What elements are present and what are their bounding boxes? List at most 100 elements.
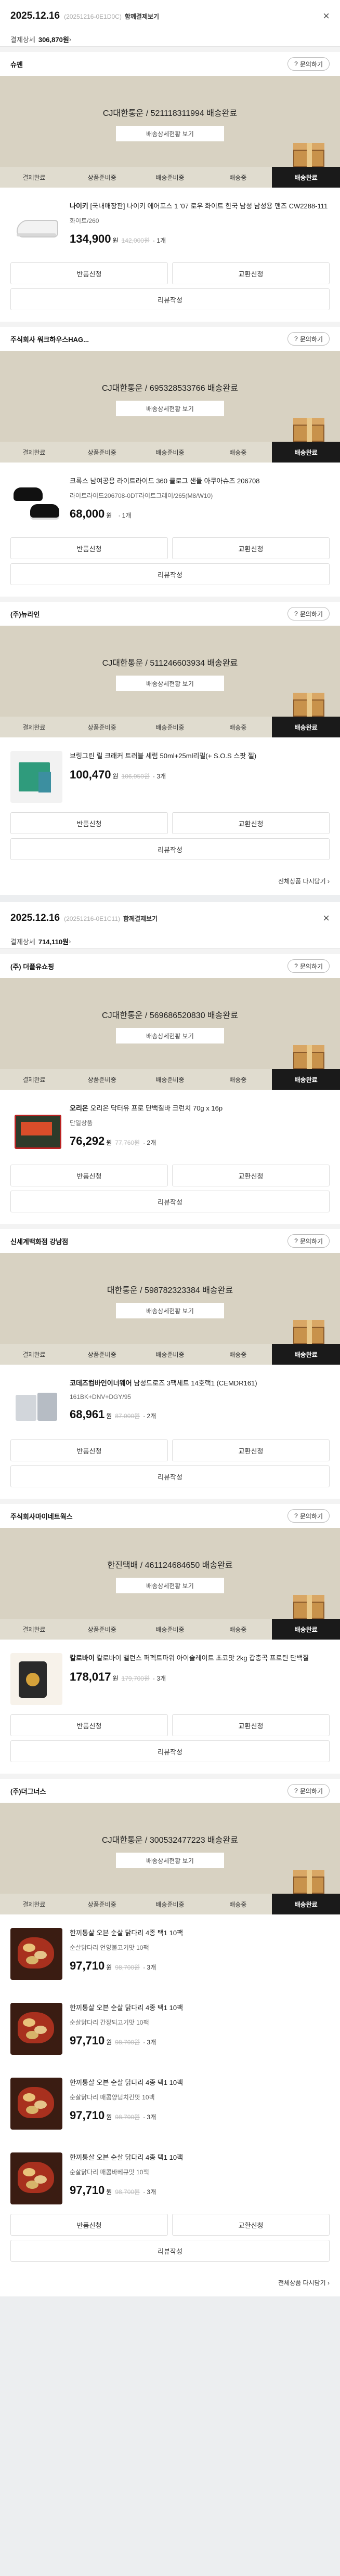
close-icon[interactable]: × xyxy=(323,913,330,924)
write-review-button[interactable]: 리뷰작성 xyxy=(10,1740,330,1762)
product-brand: 오리온 xyxy=(70,1104,88,1112)
delivery-stage-bar: 결제완료 상품준비중 배송준비중 배송중 배송완료 xyxy=(0,717,340,737)
inquiry-button[interactable]: ? 문의하기 xyxy=(287,332,330,346)
tracking-detail-button[interactable]: 배송상세현황 보기 xyxy=(116,1578,224,1593)
seller-name[interactable]: (주)더그너스 xyxy=(10,1786,46,1796)
product-title[interactable]: 칼로바이 칼로바이 밸런스 퍼펙트파워 아이솔레이트 초코맛 2kg 갑충곡 프… xyxy=(70,1653,330,1663)
write-review-button[interactable]: 리뷰작성 xyxy=(10,1191,330,1212)
return-request-button[interactable]: 반품신청 xyxy=(10,1165,168,1186)
price-row: 97,710 원 98,700원 · 3개 xyxy=(70,2034,330,2047)
tracking-detail-button[interactable]: 배송상세현황 보기 xyxy=(116,401,224,416)
product-title[interactable]: 한끼통살 오븐 순살 닭다리 4종 택1 10팩 xyxy=(70,2078,330,2088)
product-thumbnail[interactable] xyxy=(10,2078,62,2130)
product-title[interactable]: 브링그린 릴 크래커 트러블 세럼 50ml+25ml리필(+ S.O.S 스팟… xyxy=(70,751,330,761)
inquiry-button[interactable]: ? 문의하기 xyxy=(287,607,330,620)
product-thumbnail[interactable] xyxy=(10,201,62,253)
product-title[interactable]: 오리온 오리온 닥터유 프로 단백질바 크런치 70g x 16p xyxy=(70,1103,330,1113)
question-icon: ? xyxy=(294,1237,298,1245)
product-thumbnail[interactable] xyxy=(10,1378,62,1430)
exchange-request-button[interactable]: 교환신청 xyxy=(172,1439,330,1461)
delivery-tracking-panel: CJ대한통운 / 511246603934 배송완료 배송상세현황 보기 결제완료 상… xyxy=(0,626,340,737)
product-name: 한끼통살 오븐 순살 닭다리 4종 택1 10팩 xyxy=(70,2004,184,2012)
product-item[interactable]: 코데즈컴바인이너웨어 남성드로즈 3팩세트 14호랙1 (CEMDR161) 16… xyxy=(0,1365,340,1439)
chevron-right-icon: › xyxy=(69,35,72,43)
inquiry-button[interactable]: ? 문의하기 xyxy=(287,57,330,71)
exchange-request-button[interactable]: 교환신청 xyxy=(172,2214,330,2236)
seller-name[interactable]: 주식회사마이네트웍스 xyxy=(10,1511,73,1521)
tracking-detail-button[interactable]: 배송상세현황 보기 xyxy=(116,126,224,141)
product-option: 순살닭다리 매콤바베큐맛 10팩 xyxy=(70,2169,149,2176)
product-item[interactable]: 한끼통살 오븐 순살 닭다리 4종 택1 10팩 순살닭다리 간장되고기맛 10팩… xyxy=(0,1989,340,2064)
product-item[interactable]: 칼로바이 칼로바이 밸런스 퍼펙트파워 아이솔레이트 초코맛 2kg 갑충곡 프… xyxy=(0,1640,340,1714)
product-thumbnail[interactable] xyxy=(10,1653,62,1705)
product-option: 단일상품 xyxy=(70,1119,93,1127)
action-row: 리뷰작성 xyxy=(10,1465,330,1487)
tracking-detail-button[interactable]: 배송상세현황 보기 xyxy=(116,676,224,691)
exchange-request-button[interactable]: 교환신청 xyxy=(172,1165,330,1186)
tracking-detail-button[interactable]: 배송상세현황 보기 xyxy=(116,1028,224,1043)
product-thumbnail[interactable] xyxy=(10,1928,62,1980)
action-row: 리뷰작성 xyxy=(10,838,330,860)
write-review-button[interactable]: 리뷰작성 xyxy=(10,288,330,310)
inquiry-label: 문의하기 xyxy=(299,962,323,970)
delivery-stage: 배송중 xyxy=(204,1894,272,1914)
inquiry-button[interactable]: ? 문의하기 xyxy=(287,1509,330,1523)
exchange-request-button[interactable]: 교환신청 xyxy=(172,537,330,559)
product-thumbnail[interactable] xyxy=(10,2003,62,2055)
write-review-button[interactable]: 리뷰작성 xyxy=(10,2240,330,2262)
reorder-all-link[interactable]: 전체상품 다시담기 › xyxy=(0,2273,340,2296)
seller-header: 신세계백화점 강남점 ? 문의하기 xyxy=(0,1229,340,1253)
return-request-button[interactable]: 반품신청 xyxy=(10,1439,168,1461)
product-title[interactable]: 코데즈컴바인이너웨어 남성드로즈 3팩세트 14호랙1 (CEMDR161) xyxy=(70,1378,330,1388)
product-title[interactable]: 나이키 [국내매장판] 나이키 에어포스 1 '07 로우 화이트 한국 남성 … xyxy=(70,201,330,211)
action-row: 리뷰작성 xyxy=(10,1740,330,1762)
seller-name[interactable]: (주) 더플유쇼핑 xyxy=(10,961,54,971)
inquiry-button[interactable]: ? 문의하기 xyxy=(287,1234,330,1248)
seller-name[interactable]: 신세계백화점 강남점 xyxy=(10,1236,68,1246)
write-review-button[interactable]: 리뷰작성 xyxy=(10,563,330,585)
reorder-all-link[interactable]: 전체상품 다시담기 › xyxy=(0,871,340,895)
delivery-box-icon xyxy=(293,143,324,167)
close-icon[interactable]: × xyxy=(323,10,330,22)
product-title[interactable]: 크록스 남여공용 라이트라이드 360 클로그 샌들 아쿠아슈즈 206708 xyxy=(70,476,330,486)
product-thumbnail[interactable] xyxy=(10,476,62,528)
product-item[interactable]: 나이키 [국내매장판] 나이키 에어포스 1 '07 로우 화이트 한국 남성 … xyxy=(0,188,340,262)
seller-header: 주식회사 워크하우스HAG... ? 문의하기 xyxy=(0,327,340,351)
product-thumbnail[interactable] xyxy=(10,1103,62,1155)
product-item[interactable]: 브링그린 릴 크래커 트러블 세럼 50ml+25ml리필(+ S.O.S 스팟… xyxy=(0,737,340,812)
return-request-button[interactable]: 반품신청 xyxy=(10,2214,168,2236)
seller-name[interactable]: (주)뉴라인 xyxy=(10,609,40,619)
return-request-button[interactable]: 반품신청 xyxy=(10,812,168,834)
product-title[interactable]: 한끼통살 오븐 순살 닭다리 4종 택1 10팩 xyxy=(70,2003,330,2013)
product-price: 97,710 xyxy=(70,2109,105,2122)
inquiry-button[interactable]: ? 문의하기 xyxy=(287,1784,330,1798)
product-thumbnail[interactable] xyxy=(10,751,62,803)
product-item[interactable]: 크록스 남여공용 라이트라이드 360 클로그 샌들 아쿠아슈즈 206708 라… xyxy=(0,463,340,537)
product-item[interactable]: 오리온 오리온 닥터유 프로 단백질바 크런치 70g x 16p 단일상품 76,… xyxy=(0,1090,340,1165)
product-title[interactable]: 한끼통살 오븐 순살 닭다리 4종 택1 10팩 xyxy=(70,2152,330,2162)
tracking-detail-button[interactable]: 배송상세현황 보기 xyxy=(116,1303,224,1318)
combined-payment-link[interactable]: 함께결제보기 xyxy=(125,13,159,20)
write-review-button[interactable]: 리뷰작성 xyxy=(10,1465,330,1487)
exchange-request-button[interactable]: 교환신청 xyxy=(172,1714,330,1736)
product-price: 97,710 xyxy=(70,1959,105,1972)
return-request-button[interactable]: 반품신청 xyxy=(10,1714,168,1736)
return-request-button[interactable]: 반품신청 xyxy=(10,262,168,284)
payment-summary[interactable]: 결제상세 306,870원 › xyxy=(0,32,340,47)
product-thumbnail[interactable] xyxy=(10,2152,62,2204)
exchange-request-button[interactable]: 교환신청 xyxy=(172,262,330,284)
seller-name[interactable]: 주식회사 워크하우스HAG... xyxy=(10,334,89,344)
combined-payment-link[interactable]: 함께결제보기 xyxy=(123,915,158,922)
inquiry-button[interactable]: ? 문의하기 xyxy=(287,959,330,973)
product-item[interactable]: 한끼통살 오븐 순살 닭다리 4종 택1 10팩순살닭다리 매콤바베큐맛 10팩… xyxy=(0,2139,340,2214)
tracking-detail-button[interactable]: 배송상세현황 보기 xyxy=(116,1853,224,1868)
delivery-stage: 결제완료 xyxy=(0,442,68,463)
payment-summary[interactable]: 결제상세 714,110원 › xyxy=(0,934,340,949)
seller-name[interactable]: 슈펜 xyxy=(10,59,23,69)
exchange-request-button[interactable]: 교환신청 xyxy=(172,812,330,834)
product-item[interactable]: 한끼통살 오븐 순살 닭다리 4종 택1 10팩 순살닭다리 매콤양념치킨맛 10… xyxy=(0,2064,340,2139)
write-review-button[interactable]: 리뷰작성 xyxy=(10,838,330,860)
return-request-button[interactable]: 반품신청 xyxy=(10,537,168,559)
product-title[interactable]: 한끼통살 오븐 순살 닭다리 4종 택1 10팩 xyxy=(70,1928,330,1938)
product-item[interactable]: 한끼통살 오븐 순살 닭다리 4종 택1 10팩 순살닭다리 언양불고기맛 10팩… xyxy=(0,1914,340,1989)
